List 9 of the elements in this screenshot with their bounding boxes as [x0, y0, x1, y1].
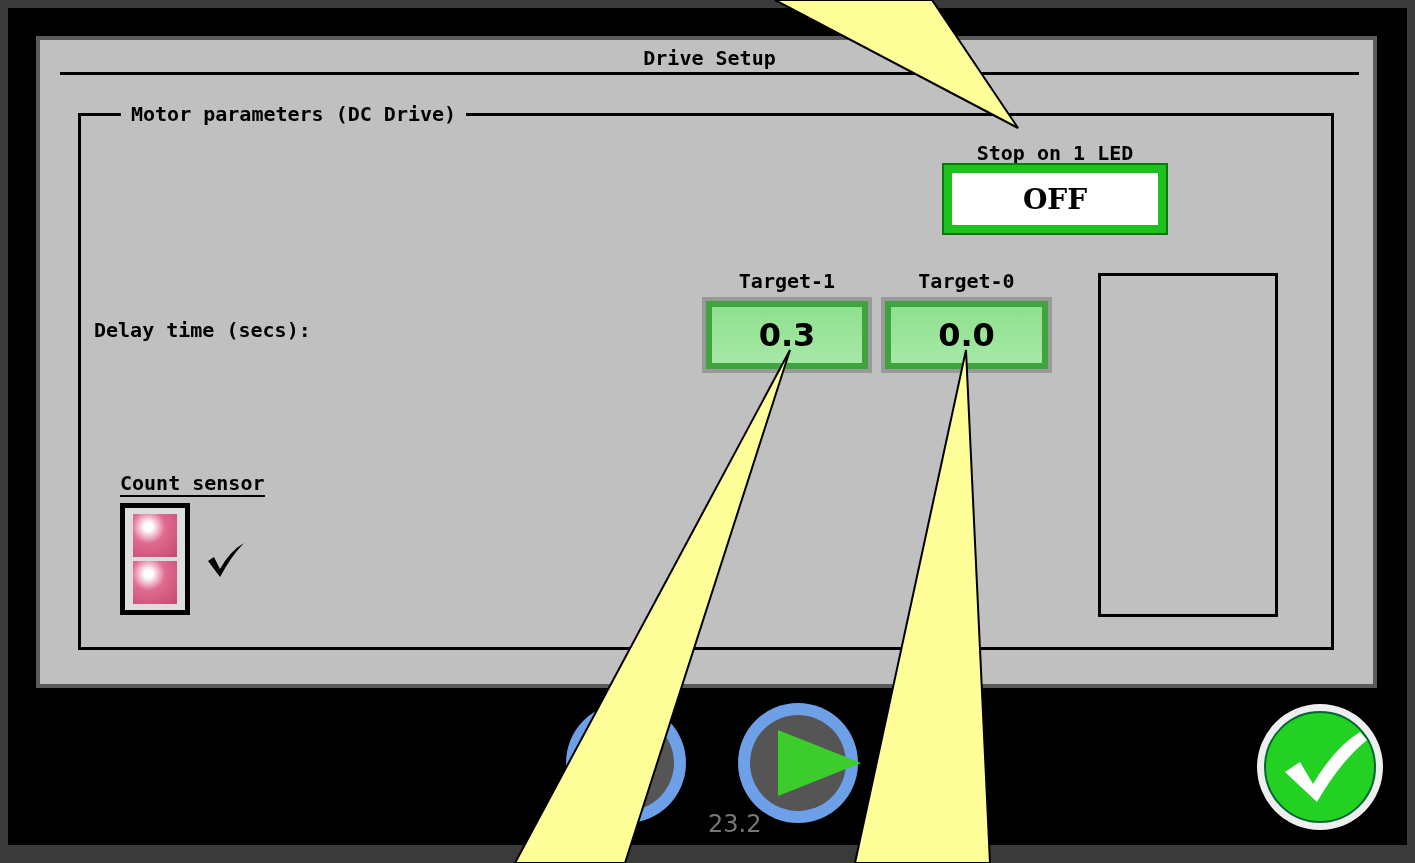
group-legend: Motor parameters (DC Drive) [121, 102, 467, 126]
target-label: Target-1 [738, 269, 836, 293]
count-sensor-label: Count sensor [120, 471, 265, 497]
confirm-button[interactable] [1255, 701, 1385, 832]
version-label: 23.2 [708, 810, 762, 838]
stop-led-toggle[interactable]: OFF [944, 165, 1166, 233]
target-label: Target-0 [918, 269, 1015, 293]
delay-label: Delay time (secs): [94, 318, 312, 342]
stop-led-label: Stop on 1 LED [976, 141, 1134, 165]
